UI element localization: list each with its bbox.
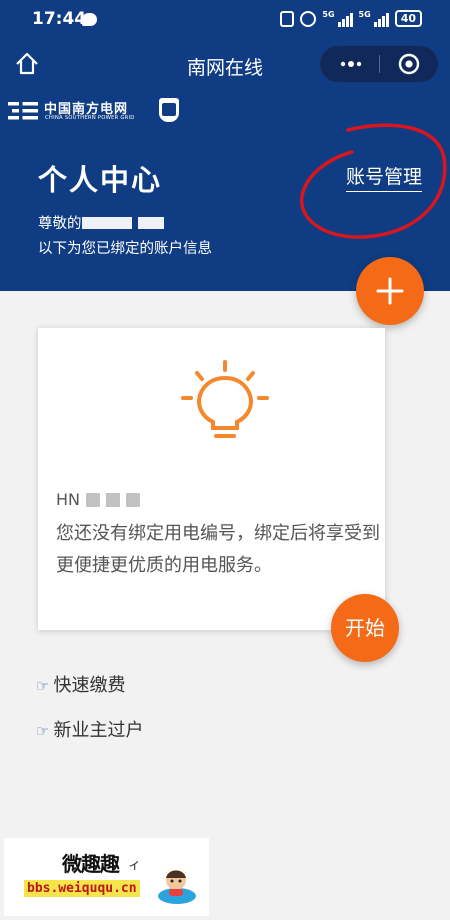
subtitle-text: 以下为您已绑定的账户信息 [38, 241, 212, 257]
status-bar: 17:44 5G 5G 40 [0, 0, 450, 40]
capsule-divider [379, 55, 380, 73]
pointing-hand-icon: ☞ [36, 677, 50, 695]
status-time: 17:44 [32, 9, 87, 29]
target-icon[interactable] [397, 52, 421, 76]
add-account-button[interactable] [356, 257, 424, 325]
redaction-mask [81, 217, 132, 229]
owner-transfer-link[interactable]: ☞ 新业主过户 [36, 716, 143, 742]
account-management-link[interactable]: 账号管理 [346, 162, 423, 192]
battery-indicator: 40 [394, 10, 422, 27]
quick-payment-link[interactable]: ☞ 快速缴费 [36, 671, 125, 697]
signal-icon: 5G [322, 10, 353, 27]
signal-icon: 5G [359, 10, 389, 27]
redaction-mask [126, 493, 140, 507]
account-number: HN [56, 490, 140, 509]
plus-icon [376, 277, 404, 305]
pointing-hand-icon: ☞ [36, 722, 50, 740]
csg-badge-icon [159, 98, 179, 122]
binding-message: 您还没有绑定用电编号，绑定后将享受到更便捷更优质的用电服务。 [56, 523, 380, 576]
start-button[interactable]: 开始 [331, 594, 399, 662]
watermark-mark: ィ [128, 858, 142, 873]
bulb-icon [181, 360, 269, 438]
more-icon[interactable] [338, 56, 364, 72]
account-card: HN 您还没有绑定用电编号，绑定后将享受到更便捷更优质的用电服务。 [38, 328, 385, 630]
csg-logo: 中国南方电网 CHINA SOUTHERN POWER GRID [8, 97, 179, 127]
redaction-mask [106, 493, 120, 507]
greeting-text: 尊敬的 [38, 212, 164, 233]
csg-logo-icon [8, 99, 38, 123]
nfc-icon [280, 10, 295, 27]
page-title: 个人中心 [38, 163, 163, 197]
mini-program-capsule [320, 46, 438, 82]
mascot-icon [158, 870, 196, 904]
message-icon [82, 13, 97, 26]
redaction-mask [137, 217, 164, 229]
navigation-bar: 南网在线 [0, 40, 450, 88]
watermark: 微趣趣 ィ bbs.weiququ.cn [4, 838, 209, 916]
redaction-mask [86, 493, 100, 507]
alarm-icon [300, 10, 317, 27]
